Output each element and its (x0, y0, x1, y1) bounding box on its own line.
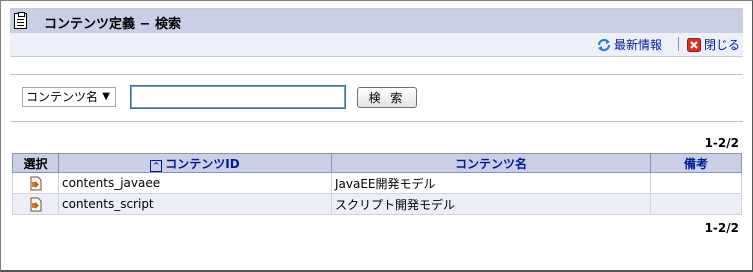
toolbar-divider (678, 37, 679, 51)
results-table: 選択 ^ コンテンツID コンテンツ名 備考 contents_javaee Ja… (12, 153, 742, 215)
refresh-icon (597, 38, 611, 52)
pager-bottom: 1-2/2 (704, 221, 739, 235)
content-name-cell: JavaEE開発モデル (331, 172, 651, 194)
select-row-icon[interactable] (30, 197, 42, 212)
search-input[interactable] (130, 85, 346, 109)
table-header-row: 選択 ^ コンテンツID コンテンツ名 備考 (12, 153, 742, 173)
pager-top: 1-2/2 (704, 136, 739, 150)
note-cell (650, 193, 742, 215)
search-panel: コンテンツ名 ▼ 検 索 (10, 74, 743, 122)
close-label: 閉じる (704, 38, 741, 52)
content-id-cell: contents_script (58, 193, 332, 215)
page-title: コンテンツ定義 − 検索 (44, 17, 181, 32)
title-bar: コンテンツ定義 − 検索 (10, 8, 743, 34)
close-icon (687, 38, 701, 52)
column-header-label: コンテンツID (165, 156, 240, 171)
dropdown-arrow-icon: ▼ (102, 91, 110, 102)
clipboard-icon (14, 12, 27, 29)
column-header-select: 選択 (12, 153, 59, 173)
column-header-content-id[interactable]: ^ コンテンツID (58, 153, 332, 173)
content-name-cell: スクリプト開発モデル (331, 193, 651, 215)
search-field-select[interactable]: コンテンツ名 ▼ (22, 87, 116, 107)
table-row: contents_script スクリプト開発モデル (12, 193, 742, 215)
column-header-note[interactable]: 備考 (650, 153, 742, 173)
column-header-content-name[interactable]: コンテンツ名 (331, 153, 651, 173)
search-button[interactable]: 検 索 (357, 87, 417, 108)
action-bar: 最新情報 閉じる (10, 33, 743, 57)
search-field-value: コンテンツ名 (26, 90, 99, 104)
select-cell[interactable] (12, 193, 59, 215)
select-cell[interactable] (12, 172, 59, 194)
select-row-icon[interactable] (30, 176, 42, 191)
refresh-label: 最新情報 (614, 38, 663, 52)
table-row: contents_javaee JavaEE開発モデル (12, 172, 742, 194)
refresh-link[interactable]: 最新情報 (597, 36, 662, 53)
note-cell (650, 172, 742, 194)
sort-ascending-icon[interactable]: ^ (150, 159, 163, 172)
content-id-cell: contents_javaee (58, 172, 332, 194)
close-link[interactable]: 閉じる (687, 36, 740, 53)
